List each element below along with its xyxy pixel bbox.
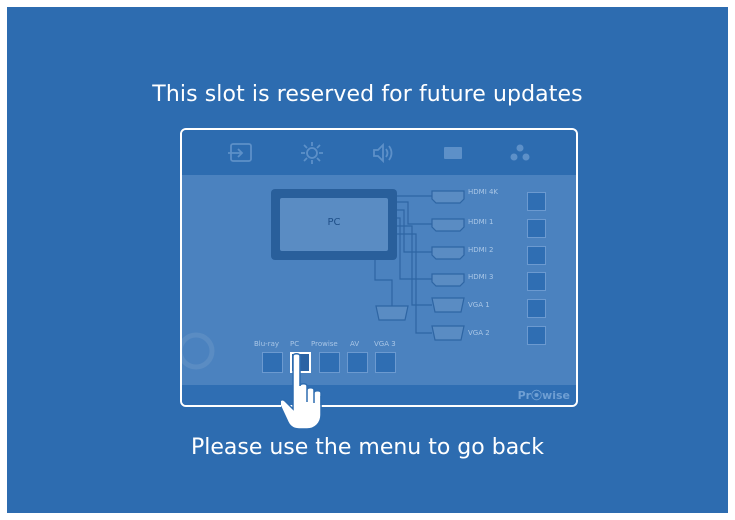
source-label: PC (290, 340, 300, 348)
port-label: HDMI 2 (468, 246, 494, 254)
monitor-label: PC (327, 217, 341, 228)
port-button (527, 219, 546, 238)
port-label: HDMI 1 (468, 218, 494, 226)
page-title: This slot is reserved for future updates (152, 82, 583, 107)
source-button (347, 352, 368, 373)
pointing-hand-icon (281, 353, 322, 430)
port-label: HDMI 4K (468, 188, 499, 196)
panel-footer: Pr⦿wise (182, 385, 576, 405)
port-button (527, 326, 546, 345)
source-label: AV (350, 340, 360, 348)
port-button (527, 192, 546, 211)
source-button (375, 352, 396, 373)
source-label: VGA 3 (374, 340, 396, 348)
back-instruction: Please use the menu to go back (190, 435, 545, 460)
source-button (262, 352, 283, 373)
monitor-illustration: PC (271, 189, 397, 260)
port-button (527, 272, 546, 291)
monitor-screen: PC (280, 198, 388, 251)
port-button (527, 299, 546, 318)
source-label: Prowise (311, 340, 338, 348)
source-label: Blu-ray (254, 340, 280, 348)
port-label: HDMI 3 (468, 273, 494, 281)
port-label: VGA 1 (468, 301, 490, 309)
brand-logo: Pr⦿wise (517, 389, 570, 402)
port-label: VGA 2 (468, 329, 490, 337)
port-button (527, 246, 546, 265)
blank-slot-screen: This slot is reserved for future updates (7, 7, 728, 513)
source-menu-illustration: PC HDMI 4K HDMI 1 HDMI 2 HDMI 3 VGA 1 VG… (180, 128, 578, 407)
